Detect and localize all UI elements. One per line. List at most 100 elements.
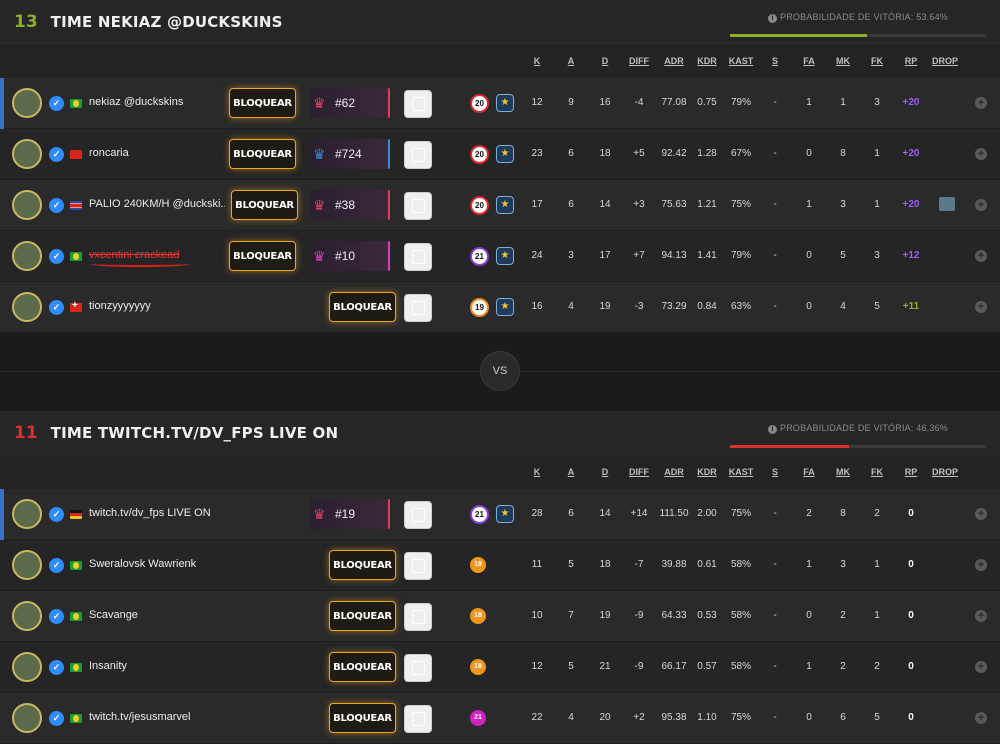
stat-diff: -3 (634, 301, 644, 312)
note-icon[interactable] (404, 90, 432, 118)
player-name[interactable]: nekiaz @duckskins (89, 96, 183, 108)
level-icon: 21 (470, 710, 486, 726)
row-accent (0, 489, 4, 540)
note-icon[interactable] (404, 243, 432, 271)
block-button[interactable]: BLOQUEAR (329, 292, 396, 322)
avatar[interactable] (12, 652, 42, 682)
red-scribble (90, 261, 190, 267)
win-probability: i PROBABILIDADE DE VITÓRIA: 46.36% (768, 423, 948, 434)
verified-icon: ✓ (49, 609, 64, 624)
note-icon[interactable] (404, 705, 432, 733)
player-row: ✓ Sweralovsk Wawrienk BLOQUEAR 19 11 5 18 -7 39.… (0, 540, 1000, 591)
avatar[interactable] (12, 292, 42, 322)
block-button[interactable]: BLOQUEAR (231, 190, 298, 220)
level-icon: 21 (470, 505, 489, 524)
player-row: ✓tionzyyyyyyyBLOQUEAR19★16419-373.290.84… (0, 282, 1000, 333)
note-icon[interactable] (404, 654, 432, 682)
block-button[interactable]: BLOQUEAR (329, 703, 396, 733)
avatar[interactable] (12, 139, 42, 169)
avatar[interactable] (12, 601, 42, 631)
stat-diff: +5 (633, 148, 645, 159)
column-header-drop[interactable]: DROP (925, 467, 965, 477)
expand-icon[interactable]: + (975, 661, 987, 673)
avatar[interactable] (12, 499, 42, 529)
crown-icon: ♛ (313, 248, 326, 264)
expand-icon[interactable]: + (975, 559, 987, 571)
avatar[interactable] (12, 88, 42, 118)
avatar[interactable] (12, 703, 42, 733)
player-row: ✓ vxcentini crackead BLOQUEAR ♛ #10 21 ★ 24 3 17 +… (0, 231, 1000, 282)
player-name[interactable]: roncaria (89, 147, 129, 159)
win-probability-text: PROBABILIDADE DE VITÓRIA: 46.36% (780, 423, 948, 433)
expand-icon[interactable]: + (975, 301, 987, 313)
win-probability-bar (730, 445, 986, 448)
block-button[interactable]: BLOQUEAR (329, 550, 396, 580)
star-badge-icon: ★ (496, 94, 514, 112)
column-header-drop[interactable]: DROP (925, 56, 965, 66)
team-1-panel: 13 TIME NEKIAZ @DUCKSKINS i PROBABILIDADE… (0, 0, 1000, 333)
player-name[interactable]: Scavange (89, 609, 138, 621)
player-name[interactable]: vxcentini crackead (89, 249, 180, 261)
team-1-header: 13 TIME NEKIAZ @DUCKSKINS i PROBABILIDADE… (0, 0, 1000, 44)
crown-icon: ♛ (313, 506, 326, 522)
player-name[interactable]: Sweralovsk Wawrienk (89, 558, 196, 570)
note-icon[interactable] (404, 192, 432, 220)
ranking-number: #19 (335, 507, 356, 521)
stat-diff: +14 (630, 508, 648, 519)
level-icon: 20 (470, 94, 489, 113)
verified-icon: ✓ (49, 96, 64, 111)
verified-icon: ✓ (49, 558, 64, 573)
ranking-number: #62 (335, 96, 356, 110)
info-icon: i (768, 425, 778, 434)
level-icon: 19 (470, 298, 489, 317)
block-button[interactable]: BLOQUEAR (229, 241, 296, 271)
ranking-number: #724 (335, 147, 362, 161)
player-name[interactable]: Insanity (89, 660, 127, 672)
player-name[interactable]: twitch.tv/jesusmarvel (89, 711, 190, 723)
block-button[interactable]: BLOQUEAR (229, 88, 296, 118)
expand-icon[interactable]: + (975, 250, 987, 262)
note-icon[interactable] (404, 501, 432, 529)
avatar[interactable] (12, 241, 42, 271)
expand-icon[interactable]: + (975, 610, 987, 622)
player-name[interactable]: tionzyyyyyyy (89, 300, 151, 312)
stat-rp: 0 (908, 712, 914, 723)
star-badge-icon: ★ (496, 196, 514, 214)
stat-rp: 0 (908, 610, 914, 621)
ranking-badge: ♛ #19 (310, 499, 390, 529)
expand-icon[interactable]: + (975, 712, 987, 724)
ranking-badge: ♛ #38 (310, 190, 390, 220)
player-name[interactable]: PALIO 240KM/H @duckski... (89, 198, 225, 210)
crown-icon: ♛ (313, 95, 326, 111)
drop-item-icon[interactable] (939, 197, 955, 211)
stat-rp: 0 (908, 559, 914, 570)
block-button[interactable]: BLOQUEAR (329, 652, 396, 682)
avatar[interactable] (12, 550, 42, 580)
team-2-score: 11 (14, 422, 38, 443)
block-button[interactable]: BLOQUEAR (229, 139, 296, 169)
note-icon[interactable] (404, 552, 432, 580)
player-name[interactable]: twitch.tv/dv_fps LIVE ON (89, 507, 211, 519)
note-icon[interactable] (404, 294, 432, 322)
column-header-diff[interactable]: DIFF (619, 56, 659, 66)
stat-rp: +12 (902, 250, 920, 261)
level-icon: 19 (470, 557, 486, 573)
flag-icon (70, 714, 82, 723)
win-probability-fill (730, 34, 868, 37)
note-icon[interactable] (404, 603, 432, 631)
expand-icon[interactable]: + (975, 199, 987, 211)
column-header-diff[interactable]: DIFF (619, 467, 659, 477)
block-button[interactable]: BLOQUEAR (329, 601, 396, 631)
verified-icon: ✓ (49, 147, 64, 162)
avatar[interactable] (12, 190, 42, 220)
win-probability-bar (730, 34, 986, 37)
expand-icon[interactable]: + (975, 508, 987, 520)
star-badge-icon: ★ (496, 298, 514, 316)
expand-icon[interactable]: + (975, 148, 987, 160)
row-accent (0, 78, 4, 129)
expand-icon[interactable]: + (975, 97, 987, 109)
player-row: ✓ twitch.tv/jesusmarvel BLOQUEAR 21 22 4 20 +2 9… (0, 693, 1000, 744)
stat-rp: +11 (902, 301, 920, 312)
level-icon: 20 (470, 196, 489, 215)
note-icon[interactable] (404, 141, 432, 169)
